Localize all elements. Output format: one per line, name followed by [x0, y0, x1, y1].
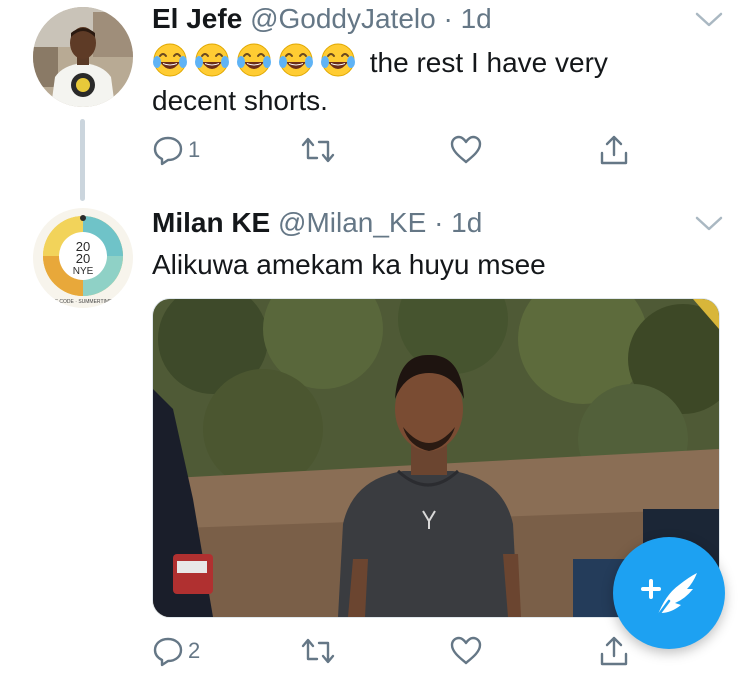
share-icon [600, 135, 628, 165]
face-with-tears-of-joy-icon [153, 43, 187, 77]
separator-dot: · [443, 3, 453, 34]
emoji-row [152, 43, 362, 78]
avatar[interactable] [33, 7, 133, 107]
reply-icon [153, 136, 183, 166]
tweet-header: Milan KE @Milan_KE · 1d [152, 207, 482, 239]
face-with-tears-of-joy-icon [321, 43, 355, 77]
tweet-actions: 1 [152, 132, 712, 172]
reply-icon [153, 637, 183, 667]
retweet-button[interactable] [300, 633, 340, 669]
avatar-line2: 20 [76, 251, 90, 266]
timestamp[interactable]: 1d [461, 3, 492, 34]
tweet-header: El Jefe @GoddyJatelo · 1d [152, 3, 492, 35]
compose-tweet-button[interactable] [613, 537, 725, 649]
like-button[interactable] [449, 633, 487, 669]
reply-button[interactable]: 2 [152, 633, 200, 669]
chevron-down-icon[interactable] [694, 214, 724, 234]
chevron-down-icon[interactable] [694, 10, 724, 30]
avatar[interactable]: 20 20 NYE DRESS CODE · SUMMERTIME FINE [33, 208, 133, 308]
avatar-line3: NYE [73, 266, 94, 277]
compose-tweet-icon [641, 573, 697, 619]
reply-button[interactable]: 1 [152, 132, 200, 168]
heart-icon [450, 135, 482, 164]
retweet-icon [301, 638, 335, 664]
reply-count: 1 [188, 137, 201, 162]
heart-icon [450, 636, 482, 665]
share-button[interactable] [598, 132, 630, 168]
separator-dot: · [434, 207, 444, 238]
tweet-text: Alikuwa amekam ka huyu msee [152, 249, 546, 280]
username[interactable]: @GoddyJatelo [250, 3, 436, 34]
display-name[interactable]: Milan KE [152, 207, 270, 238]
profile-photo [33, 7, 133, 107]
retweet-button[interactable] [300, 132, 340, 168]
thread-connector-line [80, 119, 85, 201]
face-with-tears-of-joy-icon [195, 43, 229, 77]
tweet-text: the rest I have very decent shorts. [152, 42, 692, 120]
profile-photo: 20 20 NYE DRESS CODE · SUMMERTIME FINE [33, 208, 133, 308]
reply-count: 2 [188, 638, 201, 663]
face-with-tears-of-joy-icon [279, 43, 313, 77]
face-with-tears-of-joy-icon [237, 43, 271, 77]
username[interactable]: @Milan_KE [278, 207, 426, 238]
avatar-footer: DRESS CODE · SUMMERTIME FINE [41, 299, 126, 305]
retweet-icon [301, 137, 335, 163]
tweet-el-jefe[interactable]: El Jefe @GoddyJatelo · 1d the rest I hav… [0, 0, 750, 201]
timestamp[interactable]: 1d [451, 207, 482, 238]
display-name[interactable]: El Jefe [152, 3, 242, 34]
like-button[interactable] [449, 132, 487, 168]
